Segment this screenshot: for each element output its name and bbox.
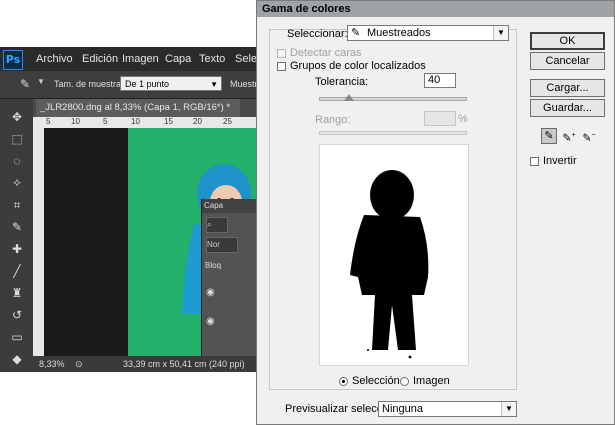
menu-imagen[interactable]: Imagen [122, 53, 159, 65]
range-label: Rango: [315, 114, 351, 126]
menu-bar: Ps Archivo Edición Imagen Capa Texto Sel… [0, 47, 262, 71]
eyedropper-minus-icon[interactable]: ✎− [581, 128, 597, 145]
select-value: Muestreados [367, 27, 431, 39]
move-tool-icon[interactable]: ✥ [8, 109, 26, 125]
preview-value: Ninguna [382, 403, 423, 415]
options-bar: ✎ ▼ Tam. de muestra: De 1 punto ▼ Muestr… [0, 71, 262, 99]
eye-icon[interactable]: ◉ [206, 287, 215, 298]
ruler-tick: 10 [71, 117, 80, 126]
menu-capa[interactable]: Capa [165, 53, 191, 65]
menu-texto[interactable]: Texto [199, 53, 225, 65]
photoshop-window: Ps Archivo Edición Imagen Capa Texto Sel… [0, 47, 262, 372]
range-input[interactable] [424, 111, 456, 126]
range-slider[interactable] [319, 131, 467, 135]
chevron-down-icon: ▼ [493, 26, 508, 40]
layer-search-icon[interactable]: ⌕ [206, 217, 228, 233]
select-dropdown[interactable]: ✎ Muestreados ▼ [347, 25, 509, 41]
range-unit: % [458, 113, 468, 125]
detect-faces-label: Detectar caras [290, 47, 362, 59]
status-bar: 8,33% ⊙ 33,39 cm x 50,41 cm (240 ppi) [33, 356, 262, 372]
chevron-down-icon[interactable]: ▼ [37, 77, 45, 86]
ruler-tick: 25 [223, 117, 232, 126]
ruler-tick: 5 [46, 117, 51, 126]
document-info: 33,39 cm x 50,41 cm (240 ppi) [123, 359, 245, 369]
brush-tool-icon[interactable]: ╱ [8, 263, 26, 279]
view-image-radio[interactable] [400, 377, 409, 386]
ruler-tick: 20 [193, 117, 202, 126]
vertical-ruler [33, 128, 44, 356]
selection-preview [319, 144, 469, 366]
eyedropper-icon: ✎ [351, 27, 361, 39]
healing-brush-icon[interactable]: ✚ [8, 241, 26, 257]
marquee-tool-icon[interactable]: ⬚ [8, 131, 26, 147]
horizontal-ruler: 5 10 5 10 15 20 25 [33, 117, 262, 128]
ruler-tick: 15 [164, 117, 173, 126]
stamp-tool-icon[interactable]: ♜ [8, 285, 26, 301]
eraser-tool-icon[interactable]: ▭ [8, 329, 26, 345]
menu-edicion[interactable]: Edición [82, 53, 118, 65]
eyedropper-icon[interactable]: ✎ [541, 128, 557, 144]
select-label: Seleccionar: [287, 28, 348, 40]
document-tab-bar: _JLR2800.dng al 8,33% (Capa 1, RGB/16*) … [33, 99, 262, 117]
tolerance-slider-thumb[interactable] [343, 94, 354, 101]
share-icon[interactable]: ⊙ [75, 356, 83, 372]
view-selection-radio[interactable] [339, 377, 348, 386]
eye-icon[interactable]: ◉ [206, 316, 215, 327]
ruler-tick: 10 [131, 117, 140, 126]
invert-label: Invertir [543, 155, 577, 167]
eyedropper-plus-icon[interactable]: ✎+ [561, 128, 577, 145]
tolerance-label: Tolerancia: [315, 76, 369, 88]
tolerance-input[interactable]: 40 [424, 73, 456, 88]
cancel-button[interactable]: Cancelar [530, 52, 605, 70]
chevron-down-icon: ▼ [501, 402, 516, 416]
crop-tool-icon[interactable]: ⌗ [8, 197, 26, 213]
preview-dropdown[interactable]: Ninguna ▼ [378, 401, 517, 417]
eyedropper-icon[interactable]: ✎ [20, 77, 34, 91]
chevron-down-icon: ▼ [210, 80, 218, 89]
detect-faces-checkbox[interactable] [277, 49, 286, 58]
dialog-title: Gama de colores [257, 1, 614, 17]
localized-clusters-checkbox[interactable] [277, 62, 286, 71]
blend-mode-select[interactable]: Nor [206, 237, 238, 253]
tools-panel: ✥ ⬚ ◌ ✧ ⌗ ✎ ✚ ╱ ♜ ↺ ▭ ◆ [0, 99, 34, 372]
document-tab[interactable]: _JLR2800.dng al 8,33% (Capa 1, RGB/16*) … [36, 99, 240, 117]
zoom-level[interactable]: 8,33% [39, 356, 65, 372]
photoshop-logo: Ps [3, 50, 23, 70]
sample-size-select[interactable]: De 1 punto ▼ [120, 76, 222, 91]
selection-mask-image [350, 170, 429, 359]
lock-label: Bloq [205, 261, 222, 270]
menu-archivo[interactable]: Archivo [36, 53, 73, 65]
layers-panel-title: Capa [202, 199, 262, 213]
ok-button[interactable]: OK [530, 32, 605, 50]
layers-panel: Capa ⌕ Nor Bloq ◉ ◉ [201, 199, 262, 369]
sample-size-label: Tam. de muestra: [54, 79, 124, 89]
color-range-dialog: Gama de colores Seleccionar: ✎ Muestread… [256, 0, 615, 425]
ruler-tick: 5 [103, 117, 108, 126]
view-selection-label: Selección [352, 375, 400, 387]
history-brush-icon[interactable]: ↺ [8, 307, 26, 323]
lasso-tool-icon[interactable]: ◌ [8, 153, 26, 169]
tolerance-slider[interactable] [319, 97, 467, 101]
load-button[interactable]: Cargar... [530, 79, 605, 97]
save-button[interactable]: Guardar... [530, 99, 605, 117]
invert-checkbox[interactable] [530, 157, 539, 166]
view-image-label: Imagen [413, 375, 450, 387]
magic-wand-icon[interactable]: ✧ [8, 175, 26, 191]
sample-size-value: De 1 punto [125, 79, 170, 89]
localized-clusters-label: Grupos de color localizados [290, 60, 426, 72]
eyedropper-tool-icon[interactable]: ✎ [8, 219, 26, 235]
paint-bucket-icon[interactable]: ◆ [8, 351, 26, 367]
